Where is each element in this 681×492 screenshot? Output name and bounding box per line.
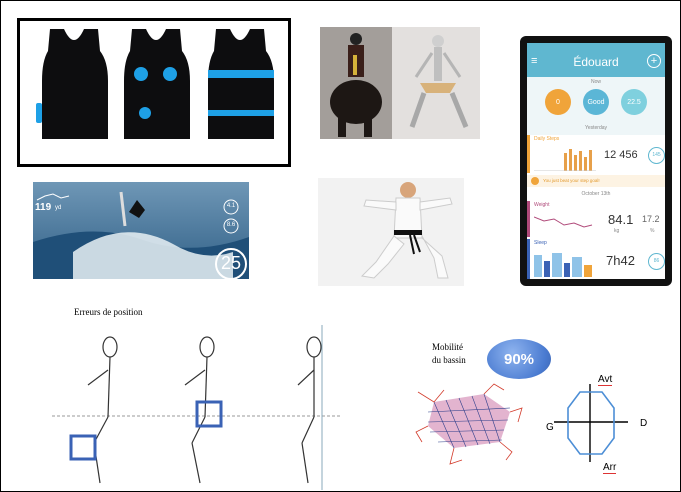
steps-value: 12 456 bbox=[604, 149, 638, 161]
error-box-knee bbox=[69, 434, 97, 461]
error-box-hip bbox=[195, 400, 223, 428]
surf-tracking-image: 119 yd 4.1 8.6 25 bbox=[33, 182, 249, 279]
stat-1: 4.1 bbox=[226, 203, 236, 209]
mobility-title-line2: du bassin bbox=[432, 355, 466, 365]
vest-illustrations bbox=[36, 29, 274, 139]
steps-label: Daily Steps bbox=[534, 136, 560, 142]
steps-card[interactable]: Daily Steps 12 456 145 bbox=[527, 135, 665, 173]
sleep-badge: 86 bbox=[648, 253, 665, 270]
mobility-percent-badge: 90% bbox=[487, 339, 551, 379]
posture-title: Erreurs de position bbox=[74, 307, 143, 317]
circle-temp: 22.5 bbox=[621, 89, 647, 115]
dir-back: Arr bbox=[603, 462, 617, 474]
karate-figure-image bbox=[318, 178, 464, 286]
sleep-card[interactable]: Sleep 7h42 86 bbox=[527, 239, 665, 279]
goal-text: You just beat your step goal! bbox=[543, 178, 600, 183]
fat-value: 17.2 bbox=[642, 214, 660, 224]
star-icon bbox=[531, 177, 539, 185]
weight-unit: kg bbox=[614, 228, 620, 234]
now-label: Now bbox=[590, 79, 601, 85]
speed-value: 119 bbox=[35, 202, 52, 213]
vest-plain bbox=[36, 29, 108, 139]
weight-value: 84.1 bbox=[608, 212, 634, 227]
speed-unit: yd bbox=[55, 205, 62, 211]
pelvis-grid-plot bbox=[415, 383, 523, 465]
weight-line bbox=[534, 216, 593, 228]
big-number: 25 bbox=[220, 253, 242, 273]
circle-quality: Good bbox=[583, 89, 609, 115]
yesterday-label: Yesterday bbox=[584, 125, 608, 131]
sleep-bars bbox=[534, 253, 592, 277]
goal-banner: You just beat your step goal! bbox=[527, 175, 665, 187]
now-section: Now 0 Good 22.5 Yesterday bbox=[527, 77, 665, 135]
date-label: October 13th bbox=[581, 191, 611, 197]
posture-diagram bbox=[52, 325, 342, 490]
dir-left: G bbox=[546, 422, 554, 433]
circle-score: 0 bbox=[545, 89, 571, 115]
phone-screen: ≡ Édouard + Now 0 Good 22.5 Yesterday Da… bbox=[527, 43, 665, 279]
mobility-title: Mobilité du bassin bbox=[432, 341, 466, 367]
app-header: ≡ Édouard + bbox=[527, 43, 665, 77]
sleep-label: Sleep bbox=[534, 240, 547, 246]
smart-vest-panel bbox=[17, 18, 291, 167]
weight-card[interactable]: Weight 84.1 kg 17.2 % bbox=[527, 201, 665, 237]
stat-2: 8.6 bbox=[226, 222, 236, 228]
dir-front: Avt bbox=[598, 374, 613, 386]
steps-bars bbox=[534, 149, 596, 171]
fitness-phone: ≡ Édouard + Now 0 Good 22.5 Yesterday Da… bbox=[520, 36, 672, 286]
pelvis-octagon-diagram bbox=[554, 384, 628, 462]
steps-badge: 145 bbox=[648, 147, 665, 164]
mobility-title-line1: Mobilité bbox=[432, 342, 463, 352]
user-name: Édouard bbox=[573, 55, 619, 69]
fat-unit: % bbox=[650, 228, 655, 234]
add-icon[interactable]: + bbox=[647, 54, 661, 68]
vest-sensors-bands bbox=[208, 29, 274, 139]
weight-label: Weight bbox=[534, 202, 550, 208]
dir-right: D bbox=[640, 418, 648, 429]
sleep-value: 7h42 bbox=[606, 253, 635, 268]
vest-sensors-dots bbox=[124, 29, 190, 139]
horse-rider-skeleton-image bbox=[320, 27, 480, 139]
